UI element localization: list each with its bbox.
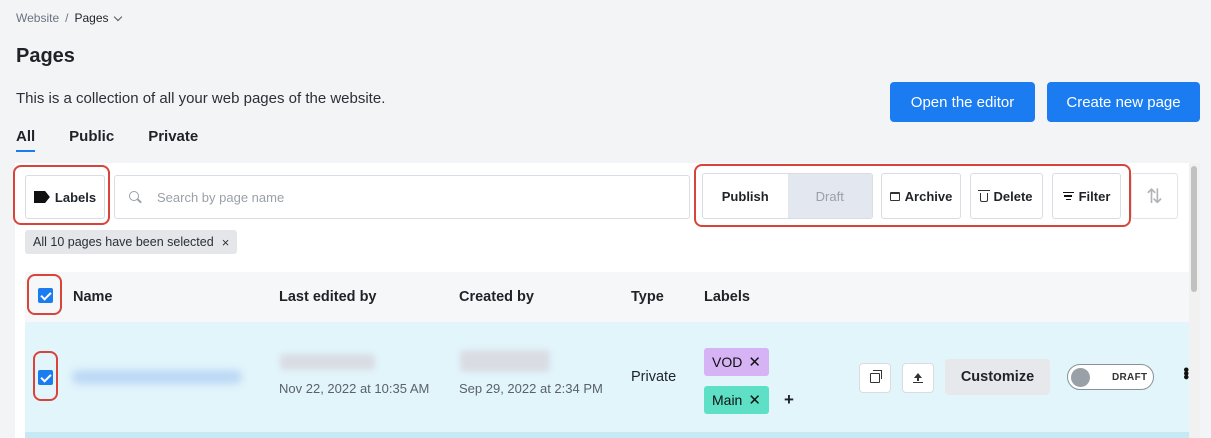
breadcrumb-current[interactable]: Pages	[74, 11, 122, 25]
next-row-edge	[25, 432, 1189, 438]
editor-name-redacted	[280, 354, 375, 370]
created-date: Sep 29, 2022 at 2:34 PM	[459, 381, 603, 396]
sort-button[interactable]: ⇅	[1131, 173, 1178, 219]
labels-button[interactable]: Labels	[25, 175, 105, 219]
search-input[interactable]	[157, 189, 637, 205]
column-header-name[interactable]: Name	[73, 289, 113, 305]
more-options-icon[interactable]: •••	[1176, 367, 1194, 378]
row-checkbox[interactable]	[38, 370, 53, 385]
labels-button-label: Labels	[54, 189, 97, 205]
search-icon	[129, 191, 141, 203]
clear-selection-icon[interactable]: ×	[222, 235, 230, 250]
duplicate-button[interactable]	[859, 363, 891, 393]
table-header	[25, 272, 1189, 322]
column-header-created[interactable]: Created by	[459, 289, 534, 305]
breadcrumb-root[interactable]: Website	[16, 11, 59, 25]
breadcrumb: Website / Pages	[16, 11, 122, 25]
label-chip-main: Main ✕	[704, 386, 769, 414]
chevron-down-icon	[113, 12, 122, 21]
remove-label-icon[interactable]: ✕	[748, 391, 761, 409]
page-type: Private	[631, 369, 677, 385]
page-tabs: All Public Private	[16, 128, 198, 152]
tab-private[interactable]: Private	[148, 128, 198, 152]
column-header-last-edited[interactable]: Last edited by	[279, 289, 377, 305]
publish-draft-toggle: Publish Draft	[702, 173, 873, 219]
search-box	[114, 175, 690, 219]
tag-icon	[33, 191, 50, 203]
creator-name-redacted	[460, 350, 550, 372]
selection-chip: All 10 pages have been selected ×	[25, 230, 238, 254]
draft-button[interactable]: Draft	[787, 174, 872, 218]
export-button[interactable]	[902, 363, 934, 393]
page-title: Pages	[16, 45, 75, 67]
tab-all[interactable]: All	[16, 128, 36, 152]
remove-label-icon[interactable]: ✕	[748, 353, 761, 371]
column-header-type[interactable]: Type	[631, 289, 664, 305]
scrollbar-thumb[interactable]	[1191, 166, 1197, 292]
column-header-labels: Labels	[704, 289, 750, 305]
toggle-knob	[1071, 367, 1090, 387]
duplicate-icon	[870, 370, 882, 383]
toggle-status-label: DRAFT	[1112, 371, 1148, 383]
filter-button-label: Filter	[1078, 188, 1111, 204]
customize-button[interactable]: Customize	[945, 359, 1050, 395]
label-chip-text: VOD	[712, 354, 743, 370]
tab-public[interactable]: Public	[69, 128, 114, 152]
delete-button[interactable]: Delete	[970, 173, 1043, 219]
publish-button[interactable]: Publish	[703, 174, 788, 218]
archive-button[interactable]: Archive	[881, 173, 961, 219]
selection-text: All 10 pages have been selected	[33, 235, 214, 249]
delete-button-label: Delete	[993, 188, 1033, 204]
last-edited-date: Nov 22, 2022 at 10:35 AM	[279, 381, 430, 396]
archive-icon	[889, 191, 900, 201]
open-editor-button[interactable]: Open the editor	[890, 82, 1035, 122]
archive-button-label: Archive	[904, 188, 953, 204]
breadcrumb-current-label: Pages	[74, 11, 109, 25]
add-label-button[interactable]: +	[784, 390, 794, 410]
publish-status-toggle[interactable]: DRAFT	[1067, 364, 1154, 390]
sort-arrows-icon: ⇅	[1146, 185, 1163, 208]
select-all-checkbox[interactable]	[38, 288, 53, 303]
page-name-redacted[interactable]	[72, 370, 242, 384]
filter-button[interactable]: Filter	[1052, 173, 1121, 219]
trash-icon	[978, 189, 991, 202]
label-chip-text: Main	[712, 392, 743, 408]
filter-icon	[1062, 191, 1074, 201]
breadcrumb-separator: /	[65, 11, 69, 25]
page-description: This is a collection of all your web pag…	[16, 90, 386, 107]
label-chip-vod: VOD ✕	[704, 348, 769, 376]
upload-icon	[913, 372, 923, 384]
create-new-page-button[interactable]: Create new page	[1047, 82, 1200, 122]
